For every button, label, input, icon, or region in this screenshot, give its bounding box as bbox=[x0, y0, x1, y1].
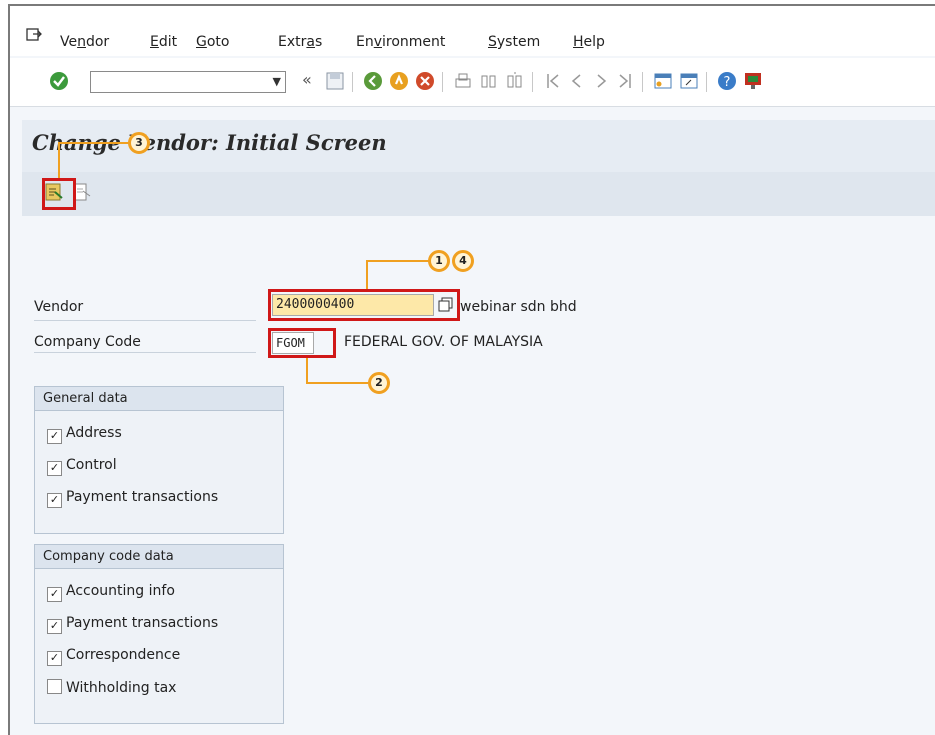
checkbox-cc-payment-transactions-label: Payment transactions bbox=[66, 615, 219, 631]
company-code-data-title: Company code data bbox=[35, 545, 283, 569]
toolbar-separator bbox=[352, 72, 353, 92]
menu-vendor[interactable]: Vendor bbox=[60, 34, 109, 50]
checkbox-control-label: Control bbox=[66, 457, 117, 473]
back-icon[interactable] bbox=[362, 70, 384, 92]
checkbox-cc-payment-transactions[interactable]: ✓ Payment transactions bbox=[47, 615, 218, 634]
create-session-icon[interactable] bbox=[652, 70, 674, 92]
checkbox-accounting-info-label: Accounting info bbox=[66, 583, 175, 599]
print-icon[interactable] bbox=[452, 70, 474, 92]
menu-bar: Vendor Edit Goto Extras Environment Syst… bbox=[10, 6, 935, 56]
customize-icon[interactable] bbox=[742, 70, 764, 92]
checkbox-withholding-tax[interactable]: Withholding tax bbox=[47, 679, 176, 696]
menu-help[interactable]: Help bbox=[573, 34, 605, 50]
svg-text:?: ? bbox=[724, 75, 731, 90]
enter-icon[interactable] bbox=[48, 70, 70, 92]
checkbox-address-box[interactable]: ✓ bbox=[47, 429, 62, 444]
callout-connector bbox=[58, 142, 60, 178]
menu-extras[interactable]: Extras bbox=[278, 34, 322, 50]
toolbar-separator bbox=[442, 72, 443, 92]
callout-connector bbox=[366, 260, 368, 289]
back-double-icon[interactable]: « bbox=[302, 70, 324, 92]
title-bar: Change Vendor: Initial Screen bbox=[22, 120, 935, 172]
label-underline bbox=[34, 352, 256, 353]
checkbox-withholding-tax-label: Withholding tax bbox=[66, 680, 177, 696]
shortcut-icon[interactable] bbox=[678, 70, 700, 92]
checkbox-control-box[interactable]: ✓ bbox=[47, 461, 62, 476]
last-page-icon[interactable] bbox=[614, 70, 636, 92]
application-toolbar bbox=[22, 172, 935, 216]
checkbox-accounting-info-box[interactable]: ✓ bbox=[47, 587, 62, 602]
toolbar-separator bbox=[706, 72, 707, 92]
checkbox-address-label: Address bbox=[66, 425, 122, 441]
company-code-data-group: Company code data ✓ Accounting info ✓ Paym… bbox=[34, 544, 284, 724]
toolbar-separator bbox=[532, 72, 533, 92]
vendor-label: Vendor bbox=[34, 299, 84, 315]
first-page-icon[interactable] bbox=[542, 70, 564, 92]
sap-window: Vendor Edit Goto Extras Environment Syst… bbox=[8, 4, 935, 735]
command-field[interactable]: ▼ bbox=[90, 71, 286, 93]
checkbox-cc-payment-transactions-box[interactable]: ✓ bbox=[47, 619, 62, 634]
callout-3: 3 bbox=[128, 132, 150, 154]
highlight-box-company-code bbox=[268, 328, 336, 358]
checkbox-correspondence-label: Correspondence bbox=[66, 647, 181, 663]
checkbox-correspondence-box[interactable]: ✓ bbox=[47, 651, 62, 666]
menu-exit-icon[interactable] bbox=[26, 28, 42, 42]
checkbox-withholding-tax-box[interactable] bbox=[47, 679, 62, 694]
callout-2: 2 bbox=[368, 372, 390, 394]
find-next-icon[interactable] bbox=[504, 70, 526, 92]
standard-toolbar: ▼ « ? bbox=[10, 58, 935, 107]
checkbox-payment-transactions[interactable]: ✓ Payment transactions bbox=[47, 489, 218, 508]
highlight-box-vendor bbox=[268, 289, 460, 321]
checkbox-control[interactable]: ✓ Control bbox=[47, 457, 117, 476]
menu-edit[interactable]: Edit bbox=[150, 34, 177, 50]
highlight-box-execute bbox=[42, 178, 76, 210]
checkbox-payment-transactions-box[interactable]: ✓ bbox=[47, 493, 62, 508]
menu-environment[interactable]: Environment bbox=[356, 34, 445, 50]
dropdown-icon[interactable]: ▼ bbox=[273, 75, 281, 88]
label-underline bbox=[34, 320, 256, 321]
general-data-title: General data bbox=[35, 387, 283, 411]
checkbox-accounting-info[interactable]: ✓ Accounting info bbox=[47, 583, 175, 602]
toolbar-separator bbox=[642, 72, 643, 92]
menu-goto[interactable]: Goto bbox=[196, 34, 229, 50]
callout-4: 4 bbox=[452, 250, 474, 272]
callout-connector bbox=[306, 358, 308, 384]
save-icon[interactable] bbox=[324, 70, 346, 92]
general-data-group: General data ✓ Address ✓ Control ✓ Payment … bbox=[34, 386, 284, 534]
next-page-icon[interactable] bbox=[590, 70, 612, 92]
checkbox-correspondence[interactable]: ✓ Correspondence bbox=[47, 647, 180, 666]
company-code-description: FEDERAL GOV. OF MALAYSIA bbox=[344, 334, 543, 350]
help-icon[interactable]: ? bbox=[716, 70, 738, 92]
checkbox-address[interactable]: ✓ Address bbox=[47, 425, 122, 444]
callout-connector bbox=[366, 260, 430, 262]
cancel-icon[interactable] bbox=[414, 70, 436, 92]
exit-icon[interactable] bbox=[388, 70, 410, 92]
callout-connector bbox=[306, 382, 368, 384]
vendor-description: webinar sdn bhd bbox=[460, 299, 577, 315]
previous-page-icon[interactable] bbox=[566, 70, 588, 92]
find-icon[interactable] bbox=[478, 70, 500, 92]
callout-connector bbox=[58, 142, 130, 144]
callout-1: 1 bbox=[428, 250, 450, 272]
company-code-label: Company Code bbox=[34, 334, 141, 350]
menu-system[interactable]: System bbox=[488, 34, 540, 50]
checkbox-payment-transactions-label: Payment transactions bbox=[66, 489, 219, 505]
